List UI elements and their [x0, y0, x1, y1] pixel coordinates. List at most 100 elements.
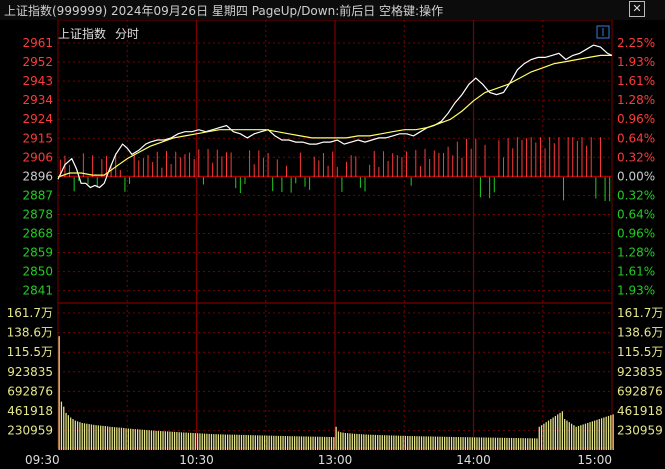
volume-bar	[540, 425, 543, 450]
volume-bar	[201, 433, 203, 450]
volume-bar	[106, 426, 109, 450]
volume-bar	[582, 424, 584, 450]
volume-bar	[222, 434, 224, 450]
volume-bar	[238, 434, 240, 450]
percent-tick-label: 0.00%	[617, 169, 655, 183]
percent-axis-right: 2.25% 1.93% 1.61% 1.28% 0.96% 0.64% 0.32% 0.00%…	[617, 36, 655, 298]
intraday-chart: 2961 2952 2943 2934 2924 2915 2906 2896 2887 2878…	[7, 20, 663, 467]
volume-bar	[252, 435, 254, 450]
volume-bar	[600, 418, 603, 450]
volume-bar	[243, 434, 245, 450]
volume-bar	[557, 414, 559, 450]
volume-bar	[164, 431, 166, 450]
volume-bar	[109, 426, 111, 450]
volume-bar	[383, 435, 386, 450]
volume-bar	[439, 436, 441, 450]
volume-bar	[457, 437, 460, 450]
volume-bar	[227, 434, 229, 450]
price-tick-label: 2887	[22, 188, 53, 202]
volume-bar	[397, 435, 400, 450]
volume-bar	[141, 429, 143, 450]
volume-bar	[370, 434, 372, 450]
volume-bar	[123, 427, 125, 450]
volume-axis-left: 161.7万 138.6万 115.5万 923835 692876 461918 2309…	[7, 306, 53, 438]
volume-bar	[437, 436, 439, 450]
volume-bar	[194, 433, 196, 450]
volume-bar	[517, 438, 520, 450]
volume-bar	[187, 432, 190, 450]
volume-bar	[199, 433, 201, 450]
volume-bar	[178, 432, 180, 450]
volume-bar	[74, 420, 76, 450]
volume-bar	[310, 436, 312, 450]
intraday-chart-window: 上证指数(999999) 2024年09月26日 星期四 PageUp/Down…	[0, 0, 665, 469]
volume-bar	[476, 437, 478, 450]
volume-bar	[257, 435, 259, 450]
volume-bar	[573, 425, 575, 450]
price-tick-label: 2878	[22, 207, 53, 221]
volume-bar	[76, 421, 79, 450]
percent-tick-label: 1.61%	[617, 74, 655, 88]
volume-bar	[259, 435, 261, 450]
volume-bar	[494, 437, 497, 450]
volume-bar	[483, 437, 485, 450]
volume-bar	[564, 419, 566, 450]
volume-bar	[321, 436, 323, 450]
volume-bar	[83, 423, 86, 450]
volume-bar	[229, 434, 231, 450]
percent-tick-label: 1.28%	[617, 93, 655, 107]
volume-bar	[589, 422, 591, 450]
price-tick-label: 2952	[22, 55, 53, 69]
volume-bar	[328, 436, 330, 450]
volume-bar	[400, 435, 402, 450]
volume-bar	[381, 435, 383, 450]
percent-tick-label: 0.96%	[617, 227, 655, 241]
volume-bar	[450, 436, 453, 450]
volume-bar	[333, 437, 335, 450]
volume-bar	[413, 436, 416, 450]
volume-bar	[372, 434, 374, 450]
volume-tick-label: 923835	[7, 365, 53, 379]
volume-tick-label: 115.5万	[7, 345, 53, 359]
volume-bar	[217, 434, 220, 450]
volume-bar	[70, 417, 72, 450]
volume-bar	[63, 406, 65, 450]
price-tick-label: 2934	[22, 93, 53, 107]
volume-bar	[330, 436, 333, 450]
percent-tick-label: 1.93%	[617, 284, 655, 298]
price-tick-label: 2924	[22, 112, 53, 126]
volume-bar	[171, 431, 173, 450]
volume-bar	[395, 435, 397, 450]
time-tick-label: 13:00	[318, 453, 353, 467]
volume-bar	[300, 436, 303, 450]
volume-bar	[363, 434, 365, 450]
percent-tick-label: 0.64%	[617, 131, 655, 145]
volume-bar	[58, 336, 60, 450]
volume-bar	[446, 436, 448, 450]
close-icon[interactable]: ✕	[629, 1, 645, 17]
volume-bar	[416, 436, 418, 450]
volume-bar	[185, 432, 187, 450]
volume-bar	[203, 433, 206, 450]
volume-tick-label: 230959	[617, 424, 663, 438]
volume-bar	[298, 436, 300, 450]
volume-bar	[213, 434, 215, 450]
time-tick-label: 09:30	[25, 453, 60, 467]
volume-bar	[319, 436, 321, 450]
volume-bar	[67, 415, 70, 450]
percent-tick-label: 1.28%	[617, 246, 655, 260]
percent-tick-label: 0.32%	[617, 150, 655, 164]
volume-bar	[190, 432, 192, 450]
volume-bar	[72, 419, 74, 450]
volume-bar	[356, 433, 358, 450]
volume-bar	[113, 427, 116, 450]
volume-tick-label: 230959	[7, 424, 53, 438]
volume-bar	[434, 436, 437, 450]
volume-bar	[407, 435, 409, 450]
mode-label[interactable]: 分时	[115, 27, 139, 41]
volume-bar	[111, 426, 113, 450]
volume-axis-right: 161.7万 138.6万 115.5万 923835 692876 461918 2309…	[617, 306, 663, 438]
volume-bar	[550, 419, 552, 450]
price-tick-label: 2906	[22, 150, 53, 164]
volume-bar	[570, 423, 573, 450]
